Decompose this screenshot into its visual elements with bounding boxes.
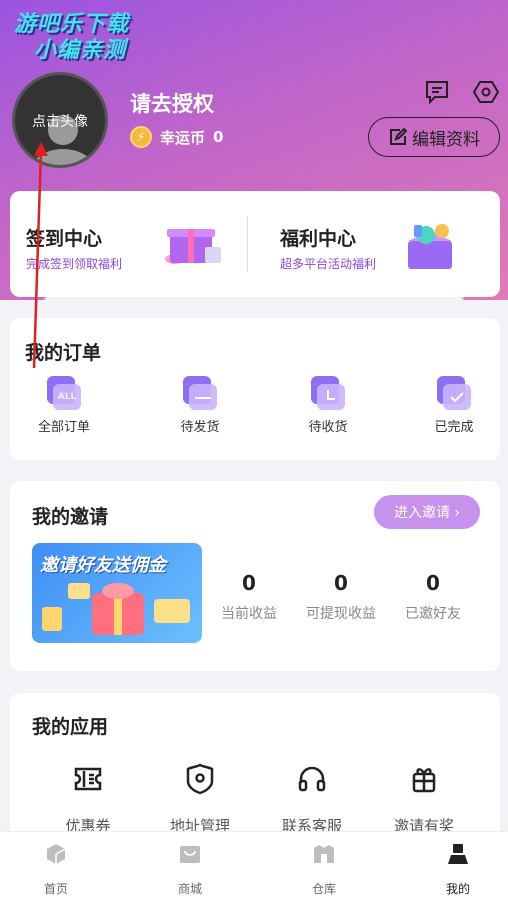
settings-icon[interactable] — [472, 78, 500, 106]
stat-invited-friends: 0 已邀好友 — [388, 571, 478, 623]
stat-withdrawable-earnings: 0 可提现收益 — [296, 571, 386, 623]
order-to-receive-label: 待收货 — [308, 420, 348, 435]
stat-value: 0 — [426, 571, 440, 595]
enter-invite-button[interactable]: 进入邀请 › — [374, 495, 480, 529]
invite-title: 我的邀请 — [32, 506, 109, 528]
welfare-center-entry[interactable]: 福利中心 超多平台活动福利 — [260, 191, 500, 297]
order-completed-label: 已完成 — [434, 420, 474, 435]
sign-center-title: 签到中心 — [26, 228, 103, 250]
sign-center-entry[interactable]: 签到中心 完成签到领取福利 — [10, 191, 250, 297]
app-address[interactable]: 地址管理 — [155, 763, 245, 836]
profile-icon — [448, 844, 468, 864]
order-all-label: 全部订单 — [37, 420, 90, 435]
to-ship-icon — [183, 376, 217, 410]
app-invite-reward[interactable]: 邀请有奖 — [379, 763, 469, 836]
mall-icon — [180, 846, 200, 863]
tab-warehouse-label: 仓库 — [311, 882, 336, 896]
order-to-receive[interactable]: 待收货 — [288, 376, 368, 435]
order-completed[interactable]: 已完成 — [414, 376, 494, 435]
sign-welfare-card: 签到中心 完成签到领取福利 福利中心 超多平台活动福利 — [10, 191, 500, 297]
watermark-line1: 游吧乐下载 — [14, 12, 130, 37]
stat-value: 0 — [334, 571, 348, 595]
stat-current-earnings: 0 当前收益 — [204, 571, 294, 623]
headset-icon — [298, 766, 326, 792]
tab-mine-label: 我的 — [445, 882, 470, 896]
message-icon[interactable] — [423, 78, 451, 106]
edit-icon — [390, 127, 408, 145]
orders-title: 我的订单 — [25, 342, 102, 364]
sign-center-subtitle: 完成签到领取福利 — [26, 257, 123, 271]
order-to-ship[interactable]: 待发货 — [160, 376, 240, 435]
invite-banner[interactable]: 邀请好友送佣金 — [32, 543, 202, 643]
tab-mall[interactable]: 商城 — [150, 842, 230, 897]
tab-home[interactable]: 首页 — [16, 842, 96, 897]
gift-icon — [412, 768, 436, 793]
orders-card: 我的订单 ALL 全部订单 待发货 待收货 已完成 — [10, 318, 500, 460]
stat-label: 当前收益 — [221, 606, 277, 622]
tab-mall-label: 商城 — [177, 882, 202, 896]
all-orders-icon: ALL — [47, 376, 81, 410]
watermark-line2: 小编亲测 — [34, 38, 127, 63]
coin-label: 幸运币 — [160, 128, 206, 147]
order-to-ship-label: 待发货 — [180, 420, 220, 435]
to-receive-icon — [311, 376, 345, 410]
watermark: 游吧乐下载 小编亲测 — [14, 12, 129, 64]
tab-mine[interactable]: 我的 — [418, 842, 498, 897]
tab-warehouse[interactable]: 仓库 — [284, 842, 364, 897]
coin-value: 0 — [213, 128, 224, 146]
address-icon — [186, 763, 214, 795]
welfare-box-icon — [408, 224, 452, 269]
banner-gift-illustration — [42, 583, 190, 635]
gift-box-icon — [165, 229, 221, 264]
invite-card: 我的邀请 进入邀请 › 邀请好友送佣金 0 当前收益 0 可提现收益 0 已邀好… — [10, 481, 500, 671]
edit-profile-button[interactable]: 编辑资料 — [368, 117, 500, 157]
completed-icon — [437, 376, 471, 410]
stat-label: 可提现收益 — [306, 606, 376, 622]
apps-title: 我的应用 — [32, 716, 109, 738]
edit-profile-label: 编辑资料 — [412, 129, 480, 150]
app-coupon[interactable]: 优惠券 — [43, 763, 133, 836]
stat-value: 0 — [242, 571, 256, 595]
card-divider — [247, 216, 248, 272]
tab-home-label: 首页 — [43, 882, 68, 896]
avatar-hint: 点击头像 — [32, 114, 88, 130]
order-all[interactable]: ALL 全部订单 — [24, 376, 104, 435]
all-badge: ALL — [53, 384, 81, 410]
home-icon — [47, 844, 66, 864]
welfare-center-subtitle: 超多平台活动福利 — [280, 257, 377, 271]
avatar[interactable]: 点击头像 — [12, 72, 108, 168]
bottom-tabbar: 首页 商城 仓库 我的 — [0, 831, 508, 897]
lightning-coin-icon: ⚡ — [130, 126, 152, 148]
app-support[interactable]: 联系客服 — [267, 763, 357, 836]
coin-row: ⚡ 幸运币 0 — [130, 126, 223, 148]
username[interactable]: 请去授权 — [130, 88, 214, 118]
coupon-icon — [74, 767, 102, 791]
stat-label: 已邀好友 — [405, 606, 461, 622]
warehouse-icon — [314, 845, 334, 863]
welfare-center-title: 福利中心 — [280, 228, 357, 250]
apps-card: 我的应用 优惠券 地址管理 联系客服 邀请有奖 — [10, 693, 500, 853]
